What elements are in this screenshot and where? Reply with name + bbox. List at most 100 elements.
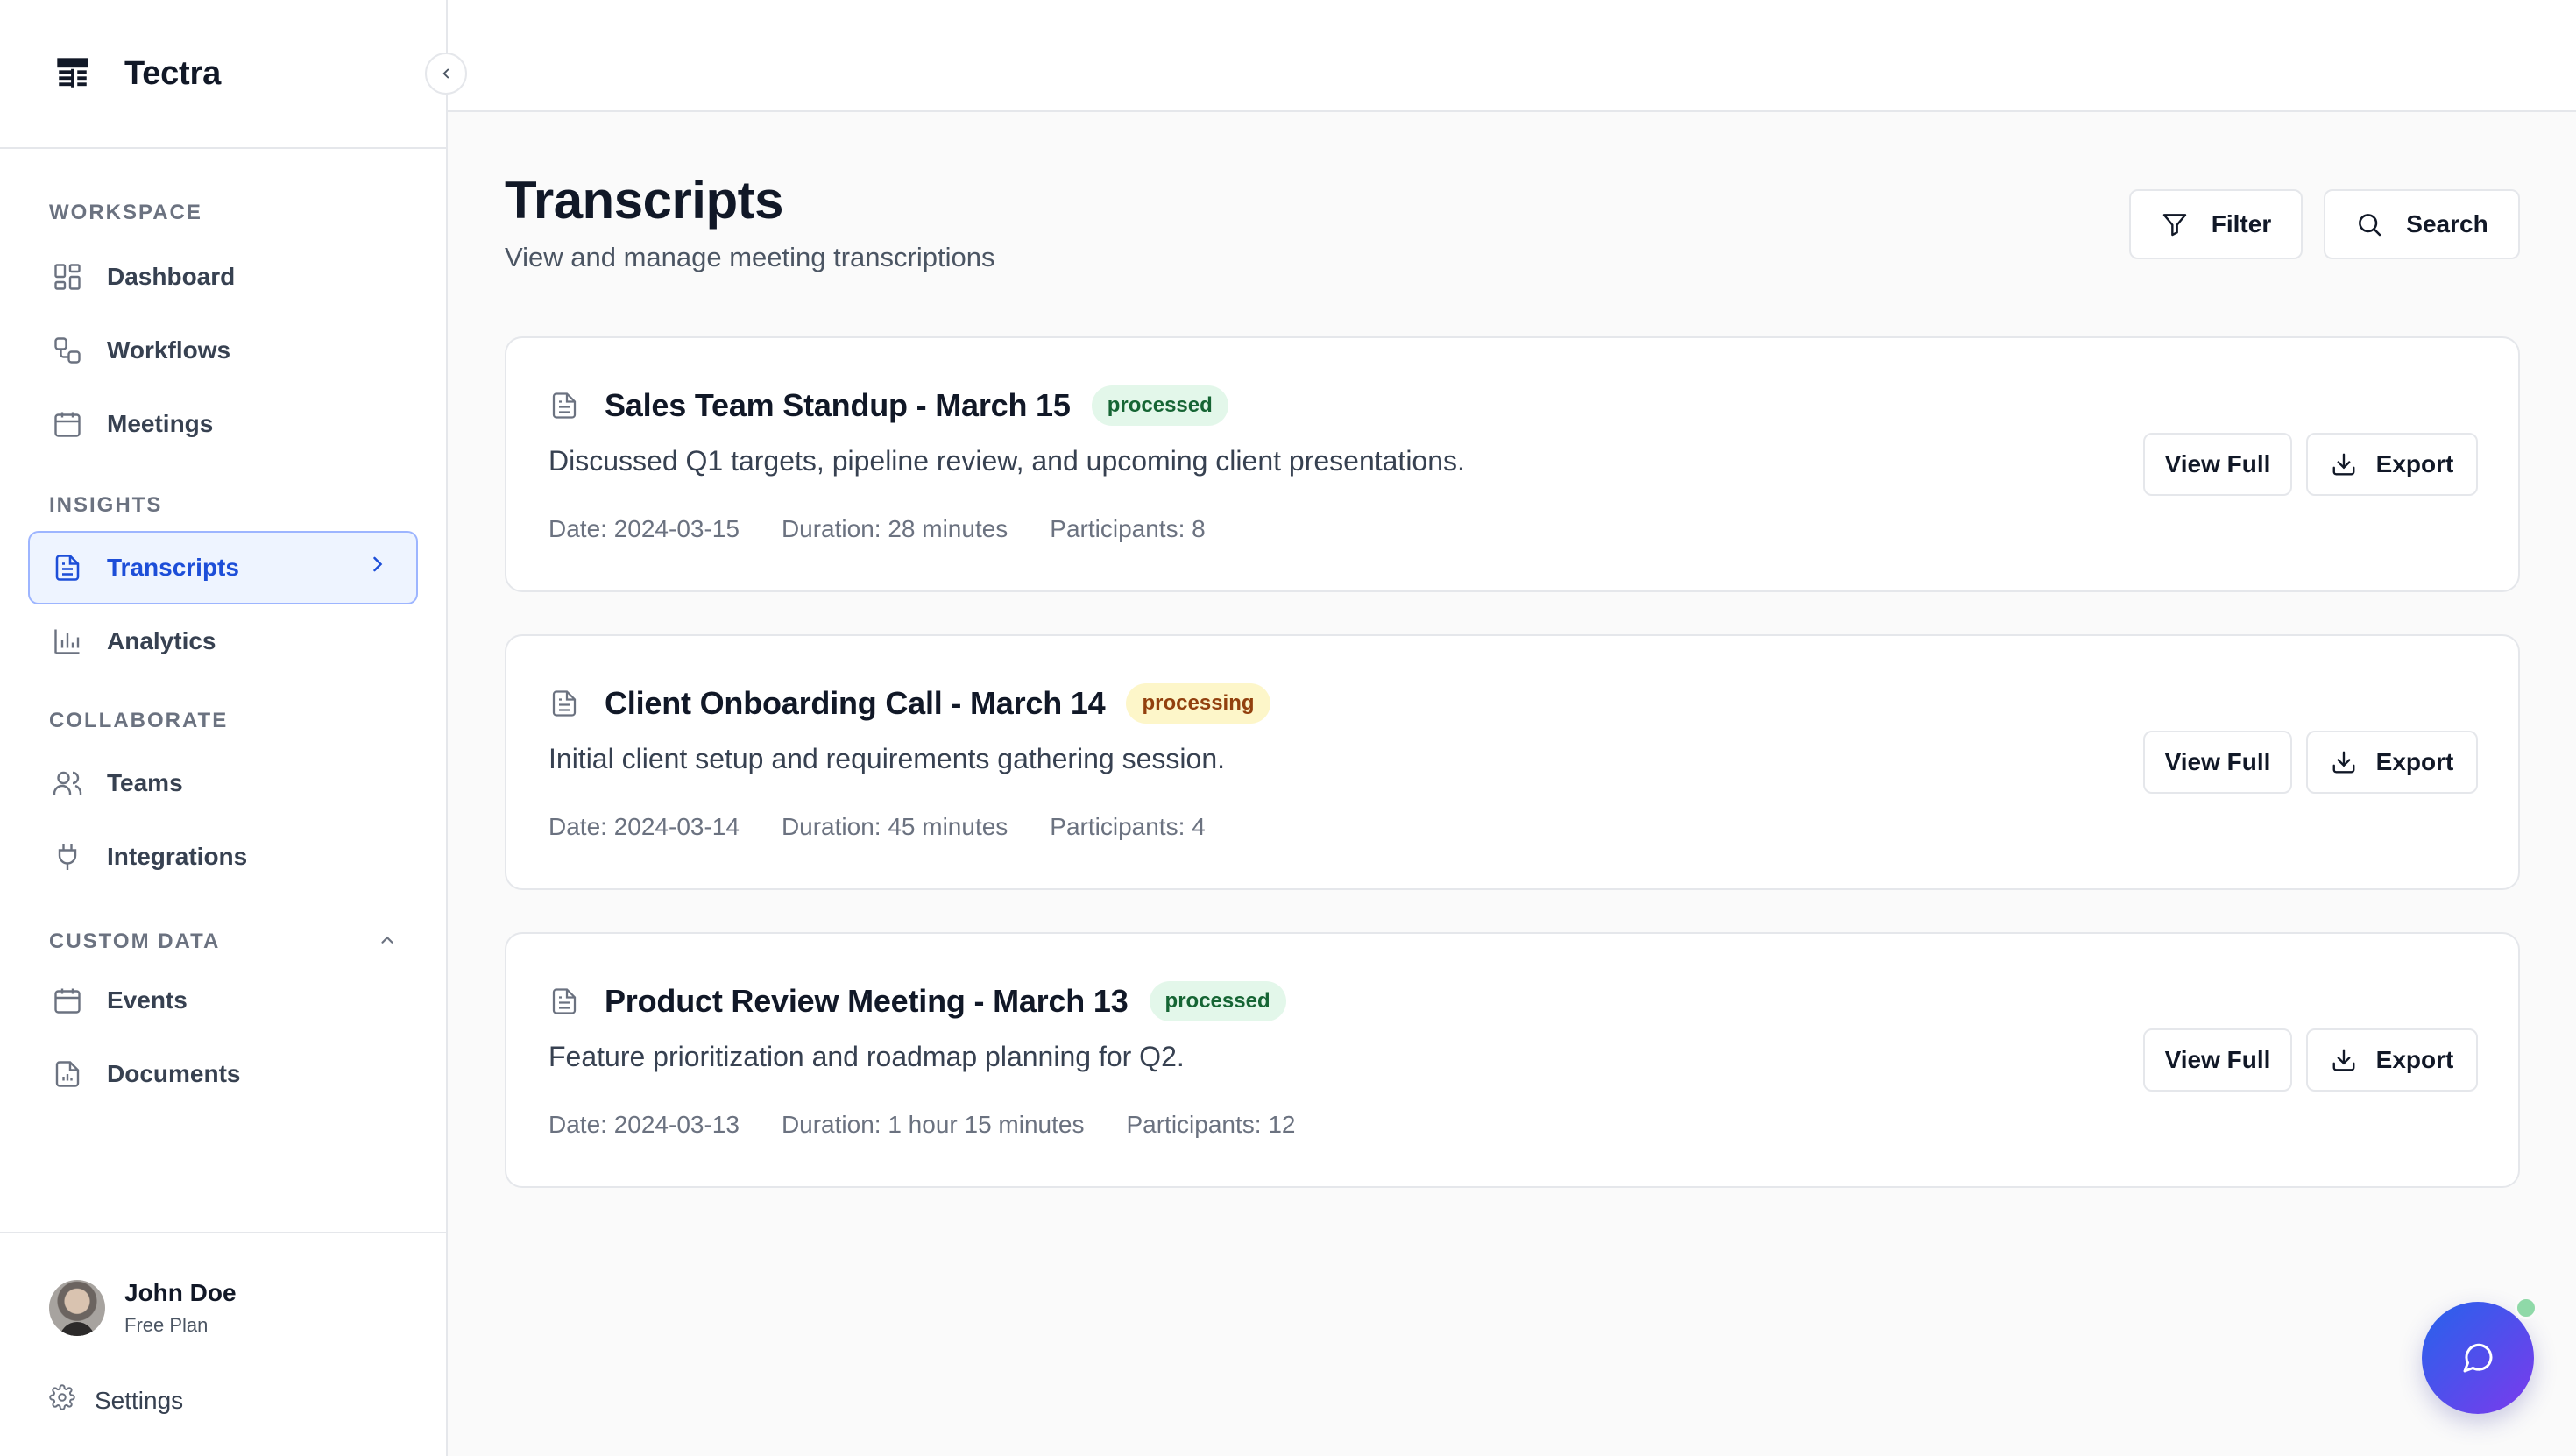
search-label: Search — [2406, 210, 2488, 237]
download-icon — [2331, 1047, 2357, 1073]
avatar — [49, 1280, 105, 1336]
sidebar-item-teams[interactable]: Teams — [28, 746, 418, 820]
calendar-icon — [51, 984, 84, 1017]
app-name: Tectra — [124, 54, 222, 92]
transcript-date: Date: 2024-03-15 — [548, 515, 740, 542]
chat-bubble-icon — [2460, 1340, 2495, 1375]
section-title-label: CUSTOM DATA — [49, 929, 221, 953]
collapse-sidebar-button[interactable] — [425, 53, 467, 95]
sidebar-nav: WORKSPACE Dashboard Workflows Meetings I… — [0, 149, 446, 1231]
transcript-duration: Duration: 45 minutes — [781, 813, 1008, 840]
file-chart-icon — [51, 1057, 84, 1091]
transcript-participants: Participants: 12 — [1126, 1111, 1296, 1138]
chat-button[interactable] — [2422, 1302, 2534, 1414]
transcript-card[interactable]: Sales Team Standup - March 15 processed … — [505, 336, 2520, 592]
chevron-left-icon — [442, 68, 449, 79]
export-label: Export — [2375, 1046, 2454, 1073]
user-name: John Doe — [124, 1279, 237, 1306]
sidebar-item-label: Workflows — [107, 336, 231, 364]
sidebar-item-integrations[interactable]: Integrations — [28, 820, 418, 894]
transcript-title[interactable]: Client Onboarding Call - March 14 — [605, 685, 1106, 722]
sidebar-item-transcripts[interactable]: Transcripts — [28, 531, 418, 604]
transcript-duration: Duration: 1 hour 15 minutes — [781, 1111, 1085, 1138]
page-title: Transcripts — [505, 171, 783, 230]
export-button[interactable]: Export — [2306, 433, 2478, 496]
sidebar-item-label: Analytics — [107, 627, 216, 654]
page-subtitle: View and manage meeting transcriptions — [505, 242, 995, 272]
transcript-duration: Duration: 28 minutes — [781, 515, 1008, 542]
transcript-date: Date: 2024-03-14 — [548, 813, 740, 840]
transcript-title[interactable]: Product Review Meeting - March 13 — [605, 983, 1129, 1020]
sidebar-item-label: Transcripts — [107, 554, 239, 581]
sidebar-item-meetings[interactable]: Meetings — [28, 387, 418, 461]
users-icon — [51, 767, 84, 800]
transcript-description: Initial client setup and requirements ga… — [548, 743, 1225, 774]
gear-icon — [49, 1384, 75, 1417]
transcript-participants: Participants: 4 — [1050, 813, 1206, 840]
sidebar-item-label: Documents — [107, 1060, 241, 1087]
transcript-participants: Participants: 8 — [1050, 515, 1206, 542]
search-button[interactable]: Search — [2324, 189, 2520, 259]
transcript-card[interactable]: Product Review Meeting - March 13 proces… — [505, 932, 2520, 1188]
settings-label: Settings — [95, 1386, 184, 1414]
filter-label: Filter — [2211, 210, 2272, 237]
transcript-title[interactable]: Sales Team Standup - March 15 — [605, 387, 1071, 424]
section-title-workspace: WORKSPACE — [49, 201, 202, 224]
user-panel: John Doe Free Plan Settings — [0, 1232, 446, 1456]
sidebar-item-label: Dashboard — [107, 263, 236, 290]
chevron-right-icon — [365, 552, 390, 583]
filter-button[interactable]: Filter — [2129, 189, 2303, 259]
sidebar-item-dashboard[interactable]: Dashboard — [28, 240, 418, 314]
chevron-up-icon — [378, 930, 397, 956]
transcript-description: Feature prioritization and roadmap plann… — [548, 1041, 1185, 1072]
section-title-custom-data[interactable]: CUSTOM DATA — [28, 920, 418, 964]
workflow-icon — [51, 334, 84, 367]
sidebar-item-label: Events — [107, 986, 188, 1014]
sidebar-item-workflows[interactable]: Workflows — [28, 314, 418, 387]
export-label: Export — [2375, 748, 2454, 775]
view-full-button[interactable]: View Full — [2143, 731, 2292, 794]
calendar-icon — [51, 407, 84, 441]
sidebar: Tectra WORKSPACE Dashboard Workflows Mee… — [0, 0, 467, 1456]
status-badge: processing — [1126, 683, 1270, 724]
sidebar-item-analytics[interactable]: Analytics — [28, 604, 418, 678]
sidebar-item-documents[interactable]: Documents — [28, 1037, 418, 1111]
settings-link[interactable]: Settings — [49, 1384, 183, 1417]
dashboard-icon — [51, 260, 84, 293]
bar-chart-icon — [51, 625, 84, 658]
document-icon — [548, 390, 580, 421]
logo-icon — [54, 55, 91, 92]
view-full-label: View Full — [2164, 450, 2271, 477]
user-plan: Free Plan — [124, 1314, 209, 1336]
search-icon — [2355, 210, 2383, 238]
filter-icon — [2161, 210, 2189, 238]
sidebar-item-events[interactable]: Events — [28, 964, 418, 1037]
transcript-description: Discussed Q1 targets, pipeline review, a… — [548, 445, 1465, 477]
view-full-button[interactable]: View Full — [2143, 1028, 2292, 1092]
sidebar-item-label: Integrations — [107, 843, 248, 870]
view-full-button[interactable]: View Full — [2143, 433, 2292, 496]
document-icon — [548, 688, 580, 719]
plug-icon — [51, 840, 84, 873]
sidebar-item-label: Teams — [107, 769, 183, 796]
sidebar-item-label: Meetings — [107, 410, 214, 437]
user-profile[interactable]: John Doe Free Plan — [49, 1279, 237, 1337]
download-icon — [2331, 451, 2357, 477]
export-label: Export — [2375, 450, 2454, 477]
document-icon — [548, 986, 580, 1017]
section-title-insights: INSIGHTS — [49, 493, 163, 517]
online-status-dot — [2515, 1297, 2537, 1319]
export-button[interactable]: Export — [2306, 1028, 2478, 1092]
status-badge: processed — [1091, 385, 1228, 426]
transcript-meta: Date: 2024-03-15 Duration: 28 minutes Pa… — [548, 515, 1248, 543]
transcript-date: Date: 2024-03-13 — [548, 1111, 740, 1138]
download-icon — [2331, 749, 2357, 775]
transcript-meta: Date: 2024-03-13 Duration: 1 hour 15 min… — [548, 1111, 1337, 1139]
transcript-card[interactable]: Client Onboarding Call - March 14 proces… — [505, 634, 2520, 890]
brand-header: Tectra — [0, 0, 467, 149]
view-full-label: View Full — [2164, 1046, 2271, 1073]
export-button[interactable]: Export — [2306, 731, 2478, 794]
section-title-collaborate: COLLABORATE — [49, 709, 229, 732]
view-full-label: View Full — [2164, 748, 2271, 775]
transcript-meta: Date: 2024-03-14 Duration: 45 minutes Pa… — [548, 813, 1248, 841]
